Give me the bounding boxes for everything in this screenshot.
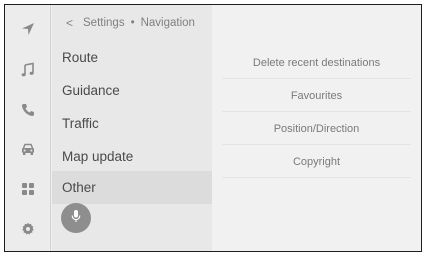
navigation-settings-screen: < Settings • Navigation Route Guidance T… xyxy=(4,4,422,252)
menu-item-guidance[interactable]: Guidance xyxy=(52,74,212,107)
navigation-arrow-icon[interactable] xyxy=(18,19,38,39)
breadcrumb-separator: • xyxy=(130,17,135,29)
side-rail xyxy=(5,5,51,251)
breadcrumb-parent[interactable]: Settings xyxy=(83,17,125,29)
chevron-left-icon[interactable]: < xyxy=(66,16,73,30)
phone-icon[interactable] xyxy=(18,100,38,120)
menu-item-traffic[interactable]: Traffic xyxy=(52,107,212,140)
position-direction-button[interactable]: Position/Direction xyxy=(222,113,411,145)
breadcrumb: < Settings • Navigation xyxy=(66,16,195,30)
other-options-panel: Delete recent destinations Favourites Po… xyxy=(212,5,421,251)
menu-item-route[interactable]: Route xyxy=(52,41,212,74)
car-icon[interactable] xyxy=(18,139,38,159)
voice-button[interactable] xyxy=(61,203,91,233)
apps-grid-icon[interactable] xyxy=(18,179,38,199)
breadcrumb-current: Navigation xyxy=(140,17,195,29)
menu-item-map-update[interactable]: Map update xyxy=(52,140,212,173)
microphone-icon xyxy=(70,209,82,228)
delete-recent-destinations-button[interactable]: Delete recent destinations xyxy=(222,47,411,79)
gear-icon[interactable] xyxy=(18,219,38,239)
favourites-button[interactable]: Favourites xyxy=(222,80,411,112)
copyright-button[interactable]: Copyright xyxy=(222,146,411,178)
music-note-icon[interactable] xyxy=(18,60,38,80)
menu-item-other[interactable]: Other xyxy=(52,171,212,204)
